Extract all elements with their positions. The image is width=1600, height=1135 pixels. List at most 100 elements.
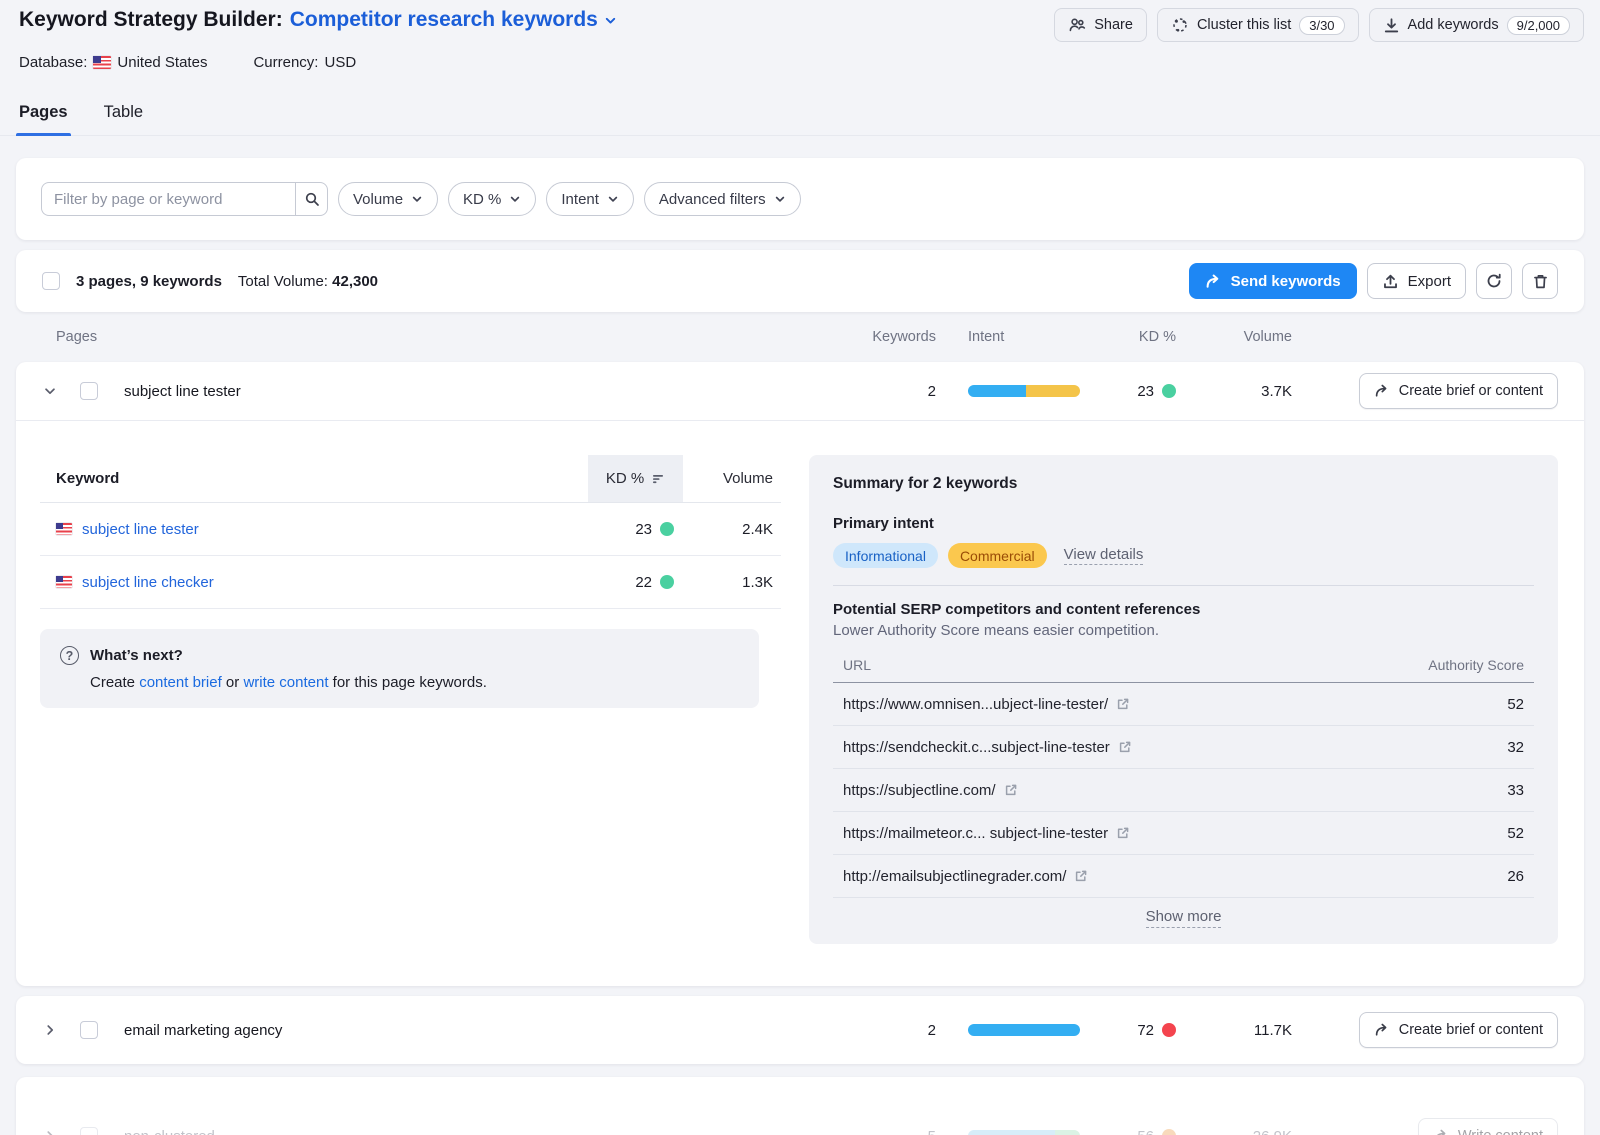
list-name-dropdown[interactable]: Competitor research keywords — [290, 8, 618, 32]
collapse-row-chevron-icon[interactable] — [42, 383, 58, 399]
serp-competitors-table: URL Authority Score https://www.omnisen.… — [833, 647, 1534, 932]
us-flag-icon — [56, 523, 72, 535]
share-button[interactable]: Share — [1054, 8, 1147, 42]
row-checkbox[interactable] — [80, 1021, 98, 1039]
keyword-link[interactable]: subject line tester — [82, 521, 199, 538]
authority-score: 52 — [1507, 825, 1524, 842]
keywords-count: 2 — [866, 1022, 936, 1039]
whats-next-box: ? What’s next? Create content brief or w… — [40, 629, 759, 708]
add-keywords-button[interactable]: Add keywords 9/2,000 — [1369, 8, 1584, 42]
keyword-row: subject line checker 22 1.3K — [40, 556, 781, 609]
create-brief-label: Create brief or content — [1399, 383, 1543, 399]
expand-row-chevron-icon[interactable] — [42, 1128, 58, 1135]
intent-filter-dropdown[interactable]: Intent — [546, 182, 634, 216]
create-brief-button[interactable]: Create brief or content — [1359, 1012, 1558, 1048]
selection-summary: 3 pages, 9 keywords — [76, 273, 222, 290]
share-icon — [1068, 16, 1086, 34]
expand-row-chevron-icon[interactable] — [42, 1022, 58, 1038]
send-keywords-button[interactable]: Send keywords — [1189, 263, 1357, 299]
whats-next-text-part: Create — [90, 674, 139, 691]
volume-filter-dropdown[interactable]: Volume — [338, 182, 438, 216]
keyword-count-badge: 9/2,000 — [1507, 16, 1570, 35]
kd-filter-dropdown[interactable]: KD % — [448, 182, 536, 216]
intent-bar — [968, 1130, 1080, 1135]
cluster-icon — [1171, 16, 1189, 34]
tab-pages[interactable]: Pages — [16, 97, 71, 135]
refresh-button[interactable] — [1476, 263, 1512, 299]
total-volume: Total Volume: 42,300 — [238, 273, 378, 290]
chevron-down-icon — [774, 193, 786, 205]
whats-next-text: Create content brief or write content fo… — [60, 674, 739, 691]
keyword-table-header: Keyword KD % Volume — [40, 455, 781, 503]
competitor-url: http://emailsubjectlinegrader.com/ — [843, 868, 1066, 885]
us-flag-icon — [93, 56, 111, 69]
external-link-icon[interactable] — [1004, 783, 1018, 797]
external-link-icon[interactable] — [1118, 740, 1132, 754]
keyword-volume: 1.3K — [683, 574, 781, 591]
keyword-strategy-builder-page: Keyword Strategy Builder: Competitor res… — [0, 0, 1600, 1135]
cluster-label: Cluster this list — [1197, 17, 1291, 33]
external-link-icon[interactable] — [1074, 869, 1088, 883]
question-mark-icon: ? — [60, 646, 79, 665]
selection-toolbar: 3 pages, 9 keywords Total Volume: 42,300… — [16, 250, 1584, 312]
cluster-list-button[interactable]: Cluster this list 3/30 — [1157, 8, 1359, 42]
write-content-link[interactable]: write content — [243, 674, 328, 691]
volume-value: 3.7K — [1206, 383, 1292, 400]
select-all-checkbox[interactable] — [42, 272, 60, 290]
export-button[interactable]: Export — [1367, 263, 1466, 299]
kd-sort-header[interactable]: KD % — [588, 455, 683, 502]
content-brief-link[interactable]: content brief — [139, 674, 222, 691]
show-more-link[interactable]: Show more — [1146, 908, 1222, 928]
export-icon — [1382, 273, 1399, 290]
serp-competitor-row: https://www.omnisen...ubject-line-tester… — [833, 683, 1534, 726]
add-keywords-label: Add keywords — [1408, 17, 1499, 33]
tab-table[interactable]: Table — [101, 97, 146, 135]
view-tabs: Pages Table — [0, 97, 1600, 136]
column-intent: Intent — [968, 329, 1080, 345]
column-kd: KD % — [1110, 329, 1176, 345]
advanced-filters-label: Advanced filters — [659, 191, 766, 208]
write-content-button[interactable]: Write content — [1418, 1118, 1558, 1135]
keyword-table: Keyword KD % Volume subject line tester — [40, 455, 781, 944]
header-actions: Share Cluster this list 3/30 — [1054, 8, 1584, 42]
search-group — [41, 182, 328, 216]
volume-filter-label: Volume — [353, 191, 403, 208]
total-volume-label: Total Volume: — [238, 273, 328, 290]
toolbar-actions: Send keywords Export — [1189, 263, 1558, 299]
row-checkbox[interactable] — [80, 1127, 98, 1135]
chevron-down-icon — [509, 193, 521, 205]
create-brief-button[interactable]: Create brief or content — [1359, 373, 1558, 409]
kd-difficulty-dot — [1162, 1129, 1176, 1135]
authority-score: 33 — [1507, 782, 1524, 799]
authority-score: 32 — [1507, 739, 1524, 756]
advanced-filters-dropdown[interactable]: Advanced filters — [644, 182, 801, 216]
serp-competitor-row: https://subjectline.com/ 33 — [833, 769, 1534, 812]
external-link-icon[interactable] — [1116, 697, 1130, 711]
summary-panel: Summary for 2 keywords Primary intent In… — [809, 455, 1558, 944]
external-link-icon[interactable] — [1116, 826, 1130, 840]
chevron-down-icon — [607, 193, 619, 205]
serp-competitors-title: Potential SERP competitors and content r… — [833, 601, 1534, 618]
table-row: email marketing agency 2 72 11.7K — [16, 996, 1584, 1064]
download-icon — [1383, 17, 1400, 34]
curved-arrow-icon — [1374, 383, 1390, 399]
volume-value: 26.9K — [1206, 1128, 1292, 1135]
keyword-link[interactable]: subject line checker — [82, 574, 214, 591]
intent-filter-label: Intent — [561, 191, 599, 208]
kd-value: 56 — [1137, 1128, 1154, 1135]
informational-intent-badge: Informational — [833, 543, 938, 568]
chevron-down-icon — [411, 193, 423, 205]
delete-button[interactable] — [1522, 263, 1558, 299]
serp-competitor-row: http://emailsubjectlinegrader.com/ 26 — [833, 855, 1534, 898]
column-url: URL — [843, 657, 871, 673]
filter-search-input[interactable] — [41, 182, 295, 216]
row-checkbox[interactable] — [80, 382, 98, 400]
send-arrow-icon — [1205, 273, 1222, 290]
search-button[interactable] — [295, 182, 328, 216]
competitor-url: https://sendcheckit.c...subject-line-tes… — [843, 739, 1110, 756]
keywords-count: 5 — [866, 1128, 936, 1135]
view-details-link[interactable]: View details — [1064, 546, 1144, 565]
kd-difficulty-dot — [1162, 384, 1176, 398]
primary-intent-label: Primary intent — [833, 515, 1534, 532]
database-currency-row: Database: United States Currency: USD — [16, 54, 1584, 71]
